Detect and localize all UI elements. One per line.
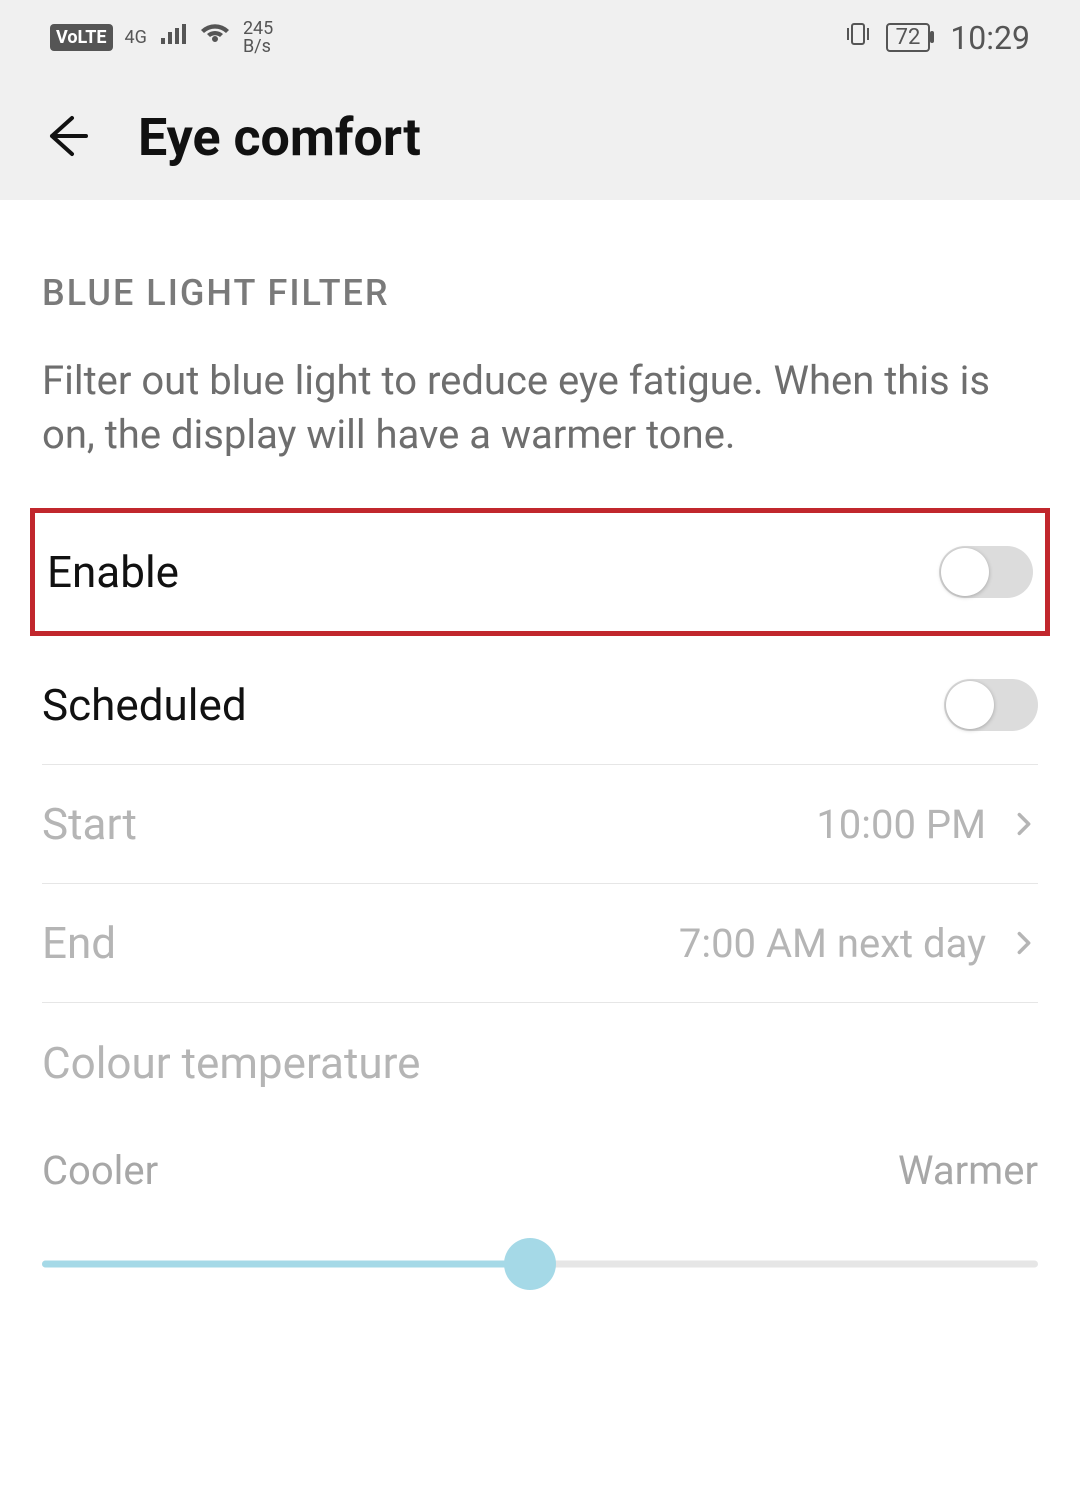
end-label: End (42, 917, 116, 969)
start-right: 10:00 PM (816, 801, 1038, 848)
start-row[interactable]: Start 10:00 PM (0, 765, 1080, 883)
scheduled-toggle[interactable] (944, 679, 1038, 731)
status-right: 72 10:29 (844, 19, 1030, 57)
scheduled-label: Scheduled (42, 679, 247, 731)
page-title: Eye comfort (138, 107, 421, 168)
volte-badge: VoLTE (50, 24, 113, 51)
slider-thumb[interactable] (504, 1238, 556, 1290)
status-bar: VoLTE 4G 245 B/s 72 10:29 (0, 0, 1080, 75)
toggle-thumb (941, 548, 989, 596)
clock-time: 10:29 (950, 19, 1030, 57)
warmer-label: Warmer (898, 1147, 1038, 1194)
colour-temperature-section: Colour temperature Cooler Warmer (0, 1003, 1080, 1288)
cooler-label: Cooler (42, 1147, 158, 1194)
start-label: Start (42, 798, 137, 850)
chevron-right-icon (1010, 929, 1038, 957)
scheduled-row[interactable]: Scheduled (0, 646, 1080, 764)
enable-highlight-box: Enable (30, 508, 1050, 636)
wifi-icon (199, 22, 231, 53)
data-speed: 245 B/s (243, 20, 273, 56)
network-indicator: 4G (125, 29, 147, 47)
status-left: VoLTE 4G 245 B/s (50, 20, 273, 56)
colour-temperature-label: Colour temperature (42, 1037, 1038, 1089)
end-value: 7:00 AM next day (679, 920, 986, 967)
temperature-endpoints: Cooler Warmer (42, 1147, 1038, 1194)
section-heading: BLUE LIGHT FILTER (0, 200, 1080, 344)
back-arrow-icon[interactable] (42, 112, 90, 164)
enable-toggle[interactable] (939, 546, 1033, 598)
battery-percent: 72 (896, 25, 921, 50)
end-right: 7:00 AM next day (679, 920, 1038, 967)
temperature-slider[interactable] (42, 1240, 1038, 1288)
battery-indicator: 72 (886, 23, 931, 52)
vibrate-icon (844, 20, 872, 55)
speed-value: 245 (243, 20, 273, 38)
app-header: Eye comfort (0, 75, 1080, 200)
slider-fill (42, 1261, 530, 1268)
speed-unit: B/s (243, 38, 273, 56)
network-4g-label: 4G (125, 29, 147, 47)
toggle-thumb (946, 681, 994, 729)
end-row[interactable]: End 7:00 AM next day (0, 884, 1080, 1002)
signal-icon (159, 23, 187, 53)
chevron-right-icon (1010, 810, 1038, 838)
section-description: Filter out blue light to reduce eye fati… (0, 344, 1080, 504)
main-content: BLUE LIGHT FILTER Filter out blue light … (0, 200, 1080, 1288)
enable-label: Enable (47, 546, 179, 598)
enable-row[interactable]: Enable (47, 513, 1033, 631)
start-value: 10:00 PM (816, 801, 986, 848)
